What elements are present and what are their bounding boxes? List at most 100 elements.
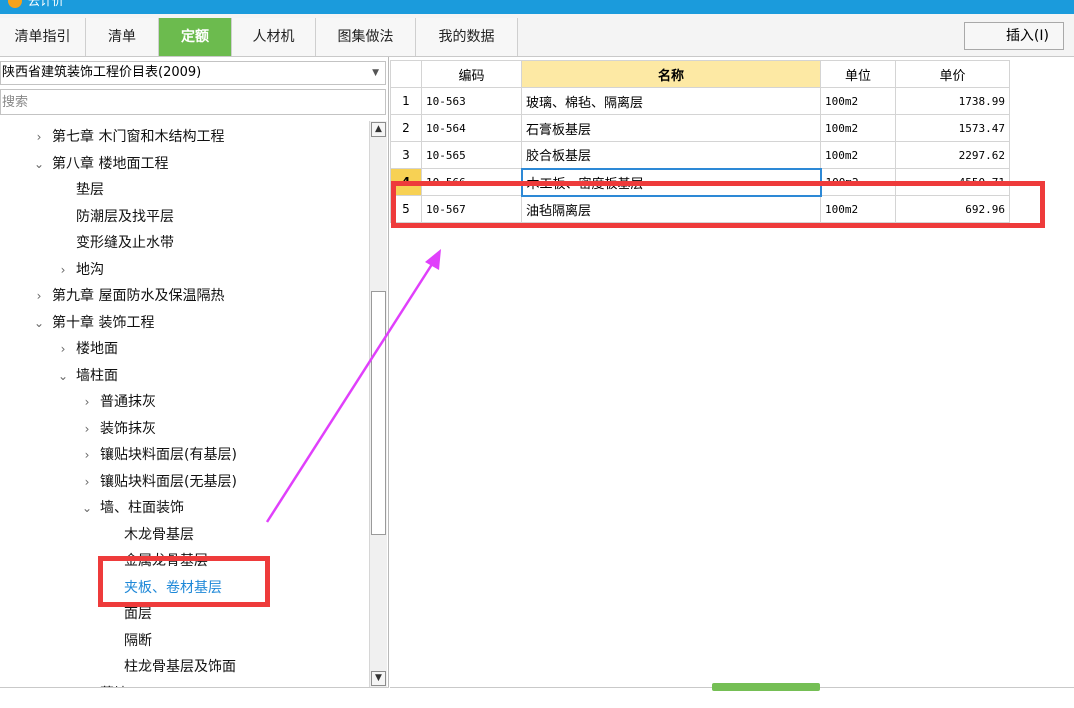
col-code-header[interactable]: 编码 xyxy=(421,60,522,88)
scroll-up-icon[interactable]: ▲ xyxy=(371,122,386,137)
tree-item-label: 墙柱面 xyxy=(76,367,118,384)
row-name[interactable]: 木工板、密度板基层 xyxy=(520,167,822,197)
tab-labor-material[interactable]: 人材机 xyxy=(232,18,316,56)
row-price[interactable]: 4550.71 xyxy=(895,168,1010,196)
row-index[interactable]: 3 xyxy=(390,141,422,169)
scroll-thumb[interactable] xyxy=(371,291,386,535)
tree-item[interactable]: › 第九章 屋面防水及保温隔热 xyxy=(32,284,225,308)
tree-item-label: 镶贴块料面层(有基层) xyxy=(100,447,237,463)
tree-item[interactable]: ⌄ 第八章 楼地面工程 xyxy=(32,152,168,176)
row-name[interactable]: 玻璃、棉毡、隔离层 xyxy=(521,87,821,115)
chevron-right-icon[interactable]: › xyxy=(32,284,46,308)
tree-item[interactable]: › 楼地面 xyxy=(56,337,118,361)
tree-item[interactable]: › 镶贴块料面层(无基层) xyxy=(80,470,237,494)
library-select[interactable]: 陕西省建筑装饰工程价目表(2009) ▼ xyxy=(0,61,386,85)
tree-item[interactable]: › 装饰抹灰 xyxy=(80,417,156,441)
dropdown-arrow-icon: ▼ xyxy=(372,68,379,78)
col-price-header[interactable]: 单价 xyxy=(895,60,1010,88)
chevron-right-icon[interactable]: › xyxy=(80,417,94,441)
window-title: 云计价 xyxy=(28,0,65,8)
tree-item[interactable]: 防潮层及找平层 xyxy=(56,205,174,229)
chevron-down-icon[interactable]: ⌄ xyxy=(32,152,46,176)
tree-item[interactable]: 柱龙骨基层及饰面 xyxy=(104,655,236,679)
row-code[interactable]: 10-564 xyxy=(421,114,522,142)
tree-item[interactable]: 夹板、卷材基层 xyxy=(104,576,222,600)
chapter-tree: › 第七章 木门窗和木结构工程 ⌄ 第八章 楼地面工程 垫层防潮层及找平层变形缝及止水带… xyxy=(0,121,369,687)
tree-item[interactable]: 面层 xyxy=(104,602,152,626)
tab-quota[interactable]: 定额 xyxy=(159,18,232,56)
chevron-down-icon[interactable]: ⌄ xyxy=(56,364,70,388)
scroll-down-icon[interactable]: ▼ xyxy=(371,671,386,686)
row-name[interactable]: 胶合板基层 xyxy=(521,141,821,169)
chevron-down-icon[interactable]: ⌄ xyxy=(80,496,94,520)
tree-item-label: 防潮层及找平层 xyxy=(76,208,174,225)
tree-item-label: 装饰抹灰 xyxy=(100,420,156,437)
row-price[interactable]: 1573.47 xyxy=(895,114,1010,142)
row-index[interactable]: 5 xyxy=(390,195,422,223)
tree-item[interactable]: › 地沟 xyxy=(56,258,104,282)
tree-item[interactable]: 垫层 xyxy=(56,178,104,202)
quota-table: 编码 名称 单位 单价 1 10-563 玻璃、棉毡、隔离层 100m2 1738.99… xyxy=(390,60,1010,223)
chevron-right-icon[interactable]: › xyxy=(80,390,94,414)
chevron-right-icon[interactable]: › xyxy=(80,470,94,494)
tree-item[interactable]: › 镶贴块料面层(有基层) xyxy=(80,443,237,467)
row-code[interactable]: 10-563 xyxy=(421,87,522,115)
panel-splitter-handle[interactable]: ⌃ xyxy=(712,679,820,691)
quota-tree-panel: 陕西省建筑装饰工程价目表(2009) ▼ › 第七章 木门窗和木结构工程 ⌄ 第八章 … xyxy=(0,57,389,708)
tree-item-label: 第九章 屋面防水及保温隔热 xyxy=(52,288,225,304)
tree-item-label: 地沟 xyxy=(76,261,104,278)
chevron-right-icon[interactable]: › xyxy=(56,258,70,282)
tree-item[interactable]: 木龙骨基层 xyxy=(104,523,194,547)
row-code[interactable]: 10-565 xyxy=(421,141,522,169)
row-unit[interactable]: 100m2 xyxy=(820,168,896,196)
tab-bill-guide[interactable]: 清单指引 xyxy=(0,18,86,56)
insert-button[interactable]: 插入(I) xyxy=(964,22,1064,50)
tree-item[interactable]: ⌄ 墙柱面 xyxy=(56,364,118,388)
tree-item[interactable]: ⌄ 第十章 装饰工程 xyxy=(32,311,154,335)
tab-bar: 清单指引 清单 定额 人材机 图集做法 我的数据 插入(I) xyxy=(0,14,1074,57)
chevron-right-icon[interactable]: › xyxy=(56,337,70,361)
row-name[interactable]: 石膏板基层 xyxy=(521,114,821,142)
row-unit[interactable]: 100m2 xyxy=(820,195,896,223)
tree-item[interactable]: › 第七章 木门窗和木结构工程 xyxy=(32,125,225,149)
row-index[interactable]: 4 xyxy=(390,168,422,196)
chevron-down-icon[interactable]: ⌄ xyxy=(32,311,46,335)
row-name[interactable]: 油毡隔离层 xyxy=(521,195,821,223)
table-row[interactable]: 5 10-567 油毡隔离层 100m2 692.96 xyxy=(390,195,1010,223)
row-unit[interactable]: 100m2 xyxy=(820,141,896,169)
tree-item[interactable]: ⌄ 墙、柱面装饰 xyxy=(80,496,184,520)
tree-item-label: 楼地面 xyxy=(76,341,118,357)
chevron-right-icon[interactable]: › xyxy=(80,443,94,467)
table-row[interactable]: 2 10-564 石膏板基层 100m2 1573.47 xyxy=(390,114,1010,142)
row-code[interactable]: 10-567 xyxy=(421,195,522,223)
table-row[interactable]: 4 10-566 木工板、密度板基层 100m2 4550.71 xyxy=(390,167,1010,197)
chevron-right-icon[interactable]: › xyxy=(32,125,46,149)
tree-scrollbar[interactable]: ▲ ▼ xyxy=(369,121,387,687)
tree-item[interactable]: 隔断 xyxy=(104,629,152,653)
tree-item[interactable]: 变形缝及止水带 xyxy=(56,231,174,255)
row-unit[interactable]: 100m2 xyxy=(820,114,896,142)
tree-item[interactable]: 金属龙骨基层 xyxy=(104,549,208,573)
tree-item-label: 金属龙骨基层 xyxy=(124,553,208,569)
row-index[interactable]: 1 xyxy=(390,87,422,115)
chevron-up-icon: ⌃ xyxy=(760,679,769,690)
table-row[interactable]: 1 10-563 玻璃、棉毡、隔离层 100m2 1738.99 xyxy=(390,87,1010,115)
table-row[interactable]: 3 10-565 胶合板基层 100m2 2297.62 xyxy=(390,141,1010,169)
app-logo-icon xyxy=(8,0,22,8)
search-input[interactable] xyxy=(0,89,386,115)
tree-item-label: 夹板、卷材基层 xyxy=(124,579,222,596)
row-unit[interactable]: 100m2 xyxy=(820,87,896,115)
row-code[interactable]: 10-566 xyxy=(421,168,522,196)
tab-bill[interactable]: 清单 xyxy=(86,18,159,56)
tree-item[interactable]: › 普通抹灰 xyxy=(80,390,156,414)
tab-atlas-method[interactable]: 图集做法 xyxy=(316,18,416,56)
row-price[interactable]: 2297.62 xyxy=(895,141,1010,169)
row-index[interactable]: 2 xyxy=(390,114,422,142)
tree-item-label: 第七章 木门窗和木结构工程 xyxy=(52,129,225,145)
title-bar: 云计价 xyxy=(0,0,1074,14)
row-price[interactable]: 1738.99 xyxy=(895,87,1010,115)
row-price[interactable]: 692.96 xyxy=(895,195,1010,223)
col-unit-header[interactable]: 单位 xyxy=(820,60,896,88)
tab-my-data[interactable]: 我的数据 xyxy=(416,18,518,56)
col-name-header[interactable]: 名称 xyxy=(521,60,821,88)
